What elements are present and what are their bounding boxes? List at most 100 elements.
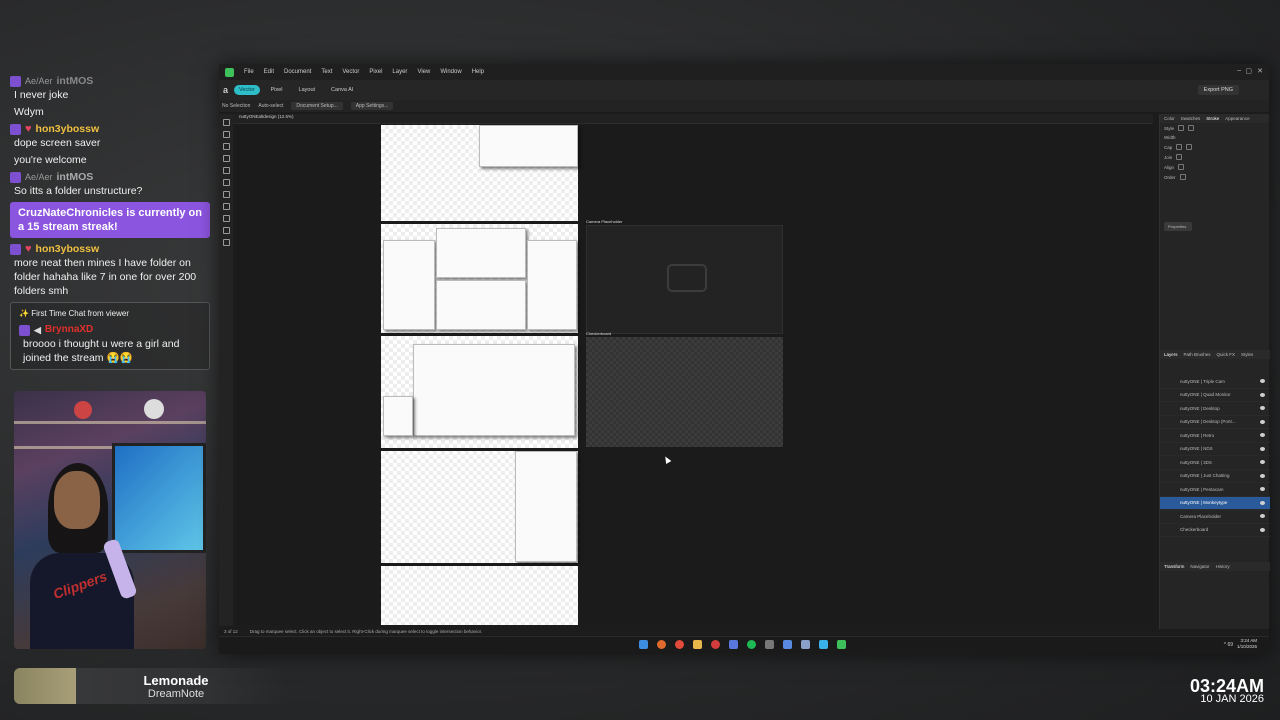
- menu-vector[interactable]: Vector: [342, 69, 359, 75]
- app-settings-button[interactable]: App Settings...: [350, 102, 394, 110]
- maximize-icon[interactable]: ▢: [1245, 67, 1252, 75]
- visibility-eye-icon[interactable]: [1260, 487, 1265, 491]
- system-tray[interactable]: ^ 69: [1224, 642, 1233, 648]
- taskbar-clock[interactable]: 3:24 AM 1/10/2026: [1237, 638, 1257, 650]
- tab-transform[interactable]: Transform: [1164, 564, 1184, 569]
- artboard-bottom[interactable]: [381, 566, 578, 625]
- persona-pixel[interactable]: Pixel: [266, 85, 288, 95]
- tab-path-brushes[interactable]: Path Brushes: [1184, 352, 1211, 357]
- visibility-eye-icon[interactable]: [1260, 433, 1265, 437]
- layer-row[interactable]: nuttyONE | Quad Monitor: [1160, 389, 1270, 402]
- pencil-tool-icon[interactable]: [222, 155, 230, 162]
- affinity-taskbar-icon[interactable]: [837, 640, 846, 649]
- app-icon[interactable]: [783, 640, 792, 649]
- artboard-quad-monitor[interactable]: [381, 224, 578, 333]
- visibility-eye-icon[interactable]: [1260, 392, 1265, 397]
- persona-vector[interactable]: Vector: [234, 85, 260, 95]
- folder-icon[interactable]: [693, 640, 702, 649]
- hand-tool-icon[interactable]: [222, 227, 230, 234]
- layer-row-selected[interactable]: nuttyONE | Monkeytype: [1160, 496, 1270, 510]
- spotify-icon[interactable]: [747, 640, 756, 649]
- app-icon[interactable]: [711, 640, 720, 649]
- minimize-icon[interactable]: –: [1237, 67, 1241, 74]
- menu-text[interactable]: Text: [321, 69, 332, 75]
- visibility-eye-icon[interactable]: [1260, 527, 1265, 532]
- artboard-desktop[interactable]: [381, 336, 578, 448]
- export-button[interactable]: Export PNG: [1197, 85, 1239, 95]
- visibility-eye-icon[interactable]: [1260, 460, 1265, 464]
- layer-row[interactable]: Camera Placeholder: [1160, 510, 1270, 524]
- order-icon[interactable]: [1179, 174, 1186, 180]
- app-icon[interactable]: [729, 640, 738, 649]
- app-icon[interactable]: [765, 640, 774, 649]
- visibility-eye-icon[interactable]: [1260, 500, 1265, 505]
- cap-icon[interactable]: [1186, 144, 1193, 150]
- tab-appearance[interactable]: Appearance: [1225, 116, 1249, 121]
- layer-row[interactable]: nuttyONE | NDS: [1160, 443, 1270, 456]
- artboard-portrait[interactable]: [381, 451, 578, 563]
- persona-layout[interactable]: Layout: [294, 85, 321, 95]
- camera-placeholder-artboard[interactable]: [586, 225, 783, 334]
- persona-canva-ai[interactable]: Canva AI: [326, 85, 358, 95]
- text-tool-icon[interactable]: [222, 203, 230, 210]
- align-icon[interactable]: [1178, 164, 1185, 170]
- document-setup-button[interactable]: Document Setup...: [291, 102, 343, 110]
- windows-start-icon[interactable]: [639, 640, 648, 649]
- menu-window[interactable]: Window: [440, 69, 461, 75]
- properties-button[interactable]: Properties: [1164, 222, 1192, 231]
- app-icon[interactable]: [819, 640, 828, 649]
- visibility-eye-icon[interactable]: [1260, 419, 1265, 424]
- pen-tool-icon[interactable]: [222, 143, 230, 150]
- tab-stroke[interactable]: Stroke: [1206, 116, 1219, 121]
- fill-tool-icon[interactable]: [222, 179, 230, 186]
- tab-color[interactable]: Color: [1164, 116, 1175, 121]
- layer-row[interactable]: nuttyONE | Triple Cam: [1160, 375, 1270, 389]
- tab-styles[interactable]: Styles: [1241, 352, 1253, 357]
- auto-select-toggle[interactable]: Auto-select: [258, 103, 283, 109]
- checkerboard-artboard[interactable]: [586, 337, 783, 447]
- visibility-eye-icon[interactable]: [1260, 446, 1265, 451]
- chrome-icon[interactable]: [675, 640, 684, 649]
- style-solid-icon[interactable]: [1188, 125, 1195, 131]
- visibility-eye-icon[interactable]: [1260, 514, 1265, 518]
- tab-quick-fx[interactable]: Quick FX: [1217, 352, 1236, 357]
- menu-help[interactable]: Help: [472, 69, 484, 75]
- move-tool-icon[interactable]: [222, 119, 230, 126]
- browser-icon[interactable]: [657, 640, 666, 649]
- affinity-logo-icon[interactable]: [225, 67, 234, 77]
- shape-tool-icon[interactable]: [222, 191, 230, 198]
- crop-tool-icon[interactable]: [222, 215, 230, 222]
- menu-document[interactable]: Document: [284, 69, 311, 75]
- menu-view[interactable]: View: [417, 69, 430, 75]
- tab-swatches[interactable]: Swatches: [1181, 116, 1201, 121]
- join-icon[interactable]: [1176, 154, 1183, 160]
- layer-row[interactable]: nuttyONE | Desktop (Portr...: [1160, 416, 1270, 429]
- menu-pixel[interactable]: Pixel: [369, 69, 382, 75]
- cap-icon[interactable]: [1176, 144, 1183, 150]
- zoom-tool-icon[interactable]: [222, 239, 230, 246]
- menu-file[interactable]: File: [244, 69, 254, 75]
- page-nav[interactable]: 3 of 12: [224, 629, 238, 634]
- canvas[interactable]: Camera Placeholder Checkerboard: [236, 125, 1153, 625]
- layer-row[interactable]: nuttyONE | Desktop: [1160, 402, 1270, 416]
- close-icon[interactable]: ✕: [1257, 67, 1263, 75]
- app-icon[interactable]: [801, 640, 810, 649]
- tab-history[interactable]: History: [1216, 564, 1230, 569]
- visibility-eye-icon[interactable]: [1260, 473, 1265, 478]
- visibility-eye-icon[interactable]: [1260, 379, 1265, 383]
- layer-row[interactable]: nuttyONE | Retro: [1160, 429, 1270, 443]
- layer-row[interactable]: nuttyONE | Pentacam: [1160, 483, 1270, 497]
- menu-layer[interactable]: Layer: [392, 69, 407, 75]
- visibility-eye-icon[interactable]: [1260, 406, 1265, 410]
- layer-row[interactable]: Checkerboard: [1160, 524, 1270, 537]
- tab-navigator[interactable]: Navigator: [1190, 564, 1209, 569]
- layer-row[interactable]: nuttyONE | 3DS: [1160, 456, 1270, 470]
- document-tab[interactable]: nuttyONEaltdesign (12.5%): [233, 114, 1153, 124]
- brush-tool-icon[interactable]: [222, 167, 230, 174]
- layer-row[interactable]: nuttyONE | Just Chatting: [1160, 470, 1270, 483]
- menu-edit[interactable]: Edit: [264, 69, 274, 75]
- tab-layers[interactable]: Layers: [1164, 352, 1178, 357]
- style-none-icon[interactable]: [1178, 125, 1185, 131]
- affinity-a-icon[interactable]: a: [223, 85, 228, 95]
- node-tool-icon[interactable]: [222, 131, 230, 138]
